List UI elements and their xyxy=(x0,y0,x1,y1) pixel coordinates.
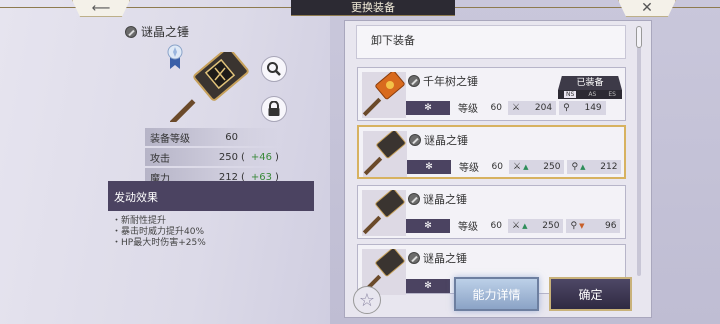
equipped-tag: ES xyxy=(608,91,616,98)
stats-panel: 装备等级 60 攻击 250 ( +46 ) 魔力 212 ( +63 ) xyxy=(145,128,280,188)
equipped-tag: AS xyxy=(588,91,597,98)
header-divider xyxy=(455,7,720,8)
stat-row-equip-level: 装备等级 60 xyxy=(145,128,280,146)
equipment-name: 谜晶之锤 xyxy=(408,191,467,207)
sword-icon: ⚔ xyxy=(513,161,522,172)
wand-icon: ⚲ xyxy=(563,102,570,113)
header-divider xyxy=(0,7,291,8)
equipment-card-selected[interactable]: 谜晶之锤 ✻ 等级 60 ⚔ ▲ 250 ⚲ ▲ 212 xyxy=(357,125,626,179)
level-label: 等级 xyxy=(459,163,479,174)
confirm-button[interactable]: 确定 xyxy=(549,277,632,311)
equipment-stats: ✻ 等级 60 ⚔ 204 ⚲ 149 xyxy=(406,100,609,115)
hammer-type-icon xyxy=(125,25,137,38)
equipment-thumbnail xyxy=(362,72,406,118)
trend-up-icon: ▲ xyxy=(523,162,529,171)
item-name-label: 谜晶之锤 xyxy=(141,25,190,39)
effect-title: 发动效果 xyxy=(108,181,314,211)
lock-button[interactable] xyxy=(261,96,287,122)
wand-icon: ⚲ xyxy=(570,220,578,231)
attack-stat: ⚔ 204 xyxy=(508,100,557,115)
close-button[interactable]: ✕ xyxy=(618,0,676,17)
magic-value: 96 xyxy=(605,220,617,231)
close-icon: ✕ xyxy=(641,0,653,16)
attack-value: 250 xyxy=(543,161,561,172)
star-icon: ✻ xyxy=(407,159,451,174)
trend-down-icon: ▼ xyxy=(579,221,585,230)
level-value: 60 xyxy=(490,220,502,231)
back-button[interactable]: ⟵ xyxy=(72,0,130,17)
attack-stat: ⚔ ▲ 250 xyxy=(508,218,564,233)
equipped-label: 已装备 xyxy=(558,76,622,90)
equipment-name-label: 谜晶之锤 xyxy=(423,193,467,206)
equipment-thumbnail xyxy=(362,190,406,236)
hammer-item-image xyxy=(170,52,249,122)
equipment-name-label: 千年树之锤 xyxy=(423,75,478,88)
sword-icon: ⚔ xyxy=(512,102,521,113)
equipment-name: 千年树之锤 xyxy=(408,73,478,89)
level-label: 等级 xyxy=(458,104,478,115)
arrow-left-icon: ⟵ xyxy=(91,0,111,16)
magic-stat: ⚲ 149 xyxy=(559,100,606,115)
magic-stat: ⚲ ▲ 212 xyxy=(567,159,622,174)
equipment-stats: ✻ 等级 60 ⚔ ▲ 250 ⚲ ▲ 212 xyxy=(407,159,624,174)
lock-icon xyxy=(268,101,280,116)
favorite-button[interactable]: ☆ xyxy=(353,286,381,314)
star-outline-icon: ☆ xyxy=(358,289,376,311)
magic-value: 149 xyxy=(584,102,602,113)
equipment-name: 谜晶之锤 xyxy=(408,250,467,266)
stat-paren: ( xyxy=(241,151,245,163)
magic-stat: ⚲ ▼ 96 xyxy=(566,218,621,233)
scrollbar-thumb[interactable] xyxy=(636,26,642,48)
hammer-type-icon xyxy=(408,75,420,87)
magic-value: 212 xyxy=(600,161,618,172)
effect-item: ・新耐性提升 xyxy=(112,216,167,226)
equipment-stats: ✻ xyxy=(406,278,450,293)
page-title: 更换装备 xyxy=(291,0,455,16)
equipped-badge: 已装备 NS AS ES xyxy=(558,76,622,102)
star-icon: ✻ xyxy=(406,218,450,233)
level-value: 60 xyxy=(490,102,502,113)
equipment-thumbnail xyxy=(363,131,407,177)
trend-up-icon: ▲ xyxy=(522,221,528,230)
hammer-icon xyxy=(363,131,406,176)
equipment-stats: ✻ 等级 60 ⚔ ▲ 250 ⚲ ▼ 96 xyxy=(406,218,623,233)
attack-value: 250 xyxy=(542,220,560,231)
equipped-tags: NS AS ES xyxy=(558,90,622,99)
equipped-tag: NS xyxy=(564,91,577,98)
hammer-icon xyxy=(362,190,405,235)
hammer-type-icon xyxy=(408,193,420,205)
trend-up-icon: ▲ xyxy=(580,162,586,171)
stat-value: 60 xyxy=(225,131,238,143)
hammer-type-icon xyxy=(408,252,420,264)
sword-icon: ⚔ xyxy=(512,220,521,231)
stat-paren: ) xyxy=(275,151,279,163)
stat-bonus: +46 xyxy=(250,151,273,163)
search-icon xyxy=(267,62,281,76)
item-name: 谜晶之锤 xyxy=(125,23,189,40)
zoom-button[interactable] xyxy=(261,56,287,82)
unequip-button[interactable]: 卸下装备 xyxy=(356,25,626,59)
star-icon: ✻ xyxy=(406,100,450,115)
equipment-name: 谜晶之锤 xyxy=(409,132,468,148)
effect-list: ・新耐性提升 ・暴击时威力提升40% ・HP最大时伤害+25% xyxy=(112,216,206,249)
attack-stat: ⚔ ▲ 250 xyxy=(509,159,565,174)
level-label: 等级 xyxy=(458,222,478,233)
equipment-name-label: 谜晶之锤 xyxy=(423,252,467,265)
stat-label: 攻击 xyxy=(150,153,170,165)
level-value: 60 xyxy=(491,161,503,172)
equipment-card[interactable]: 谜晶之锤 ✻ 等级 60 ⚔ ▲ 250 ⚲ ▼ 96 xyxy=(357,185,626,239)
equipment-name-label: 谜晶之锤 xyxy=(424,134,468,147)
stat-label: 装备等级 xyxy=(150,133,190,145)
scrollbar-track[interactable] xyxy=(637,28,641,276)
effect-item: ・暴击时威力提升40% xyxy=(112,227,205,237)
stat-value: 250 xyxy=(218,151,238,163)
attack-value: 204 xyxy=(534,102,553,113)
hammer-type-icon xyxy=(409,134,421,146)
wand-icon: ⚲ xyxy=(571,161,579,172)
ability-detail-button[interactable]: 能力详情 xyxy=(454,277,539,311)
stat-row-attack: 攻击 250 ( +46 ) xyxy=(145,148,280,166)
hammer-icon xyxy=(362,72,405,117)
star-icon: ✻ xyxy=(406,278,450,293)
effect-item: ・HP最大时伤害+25% xyxy=(112,238,206,248)
